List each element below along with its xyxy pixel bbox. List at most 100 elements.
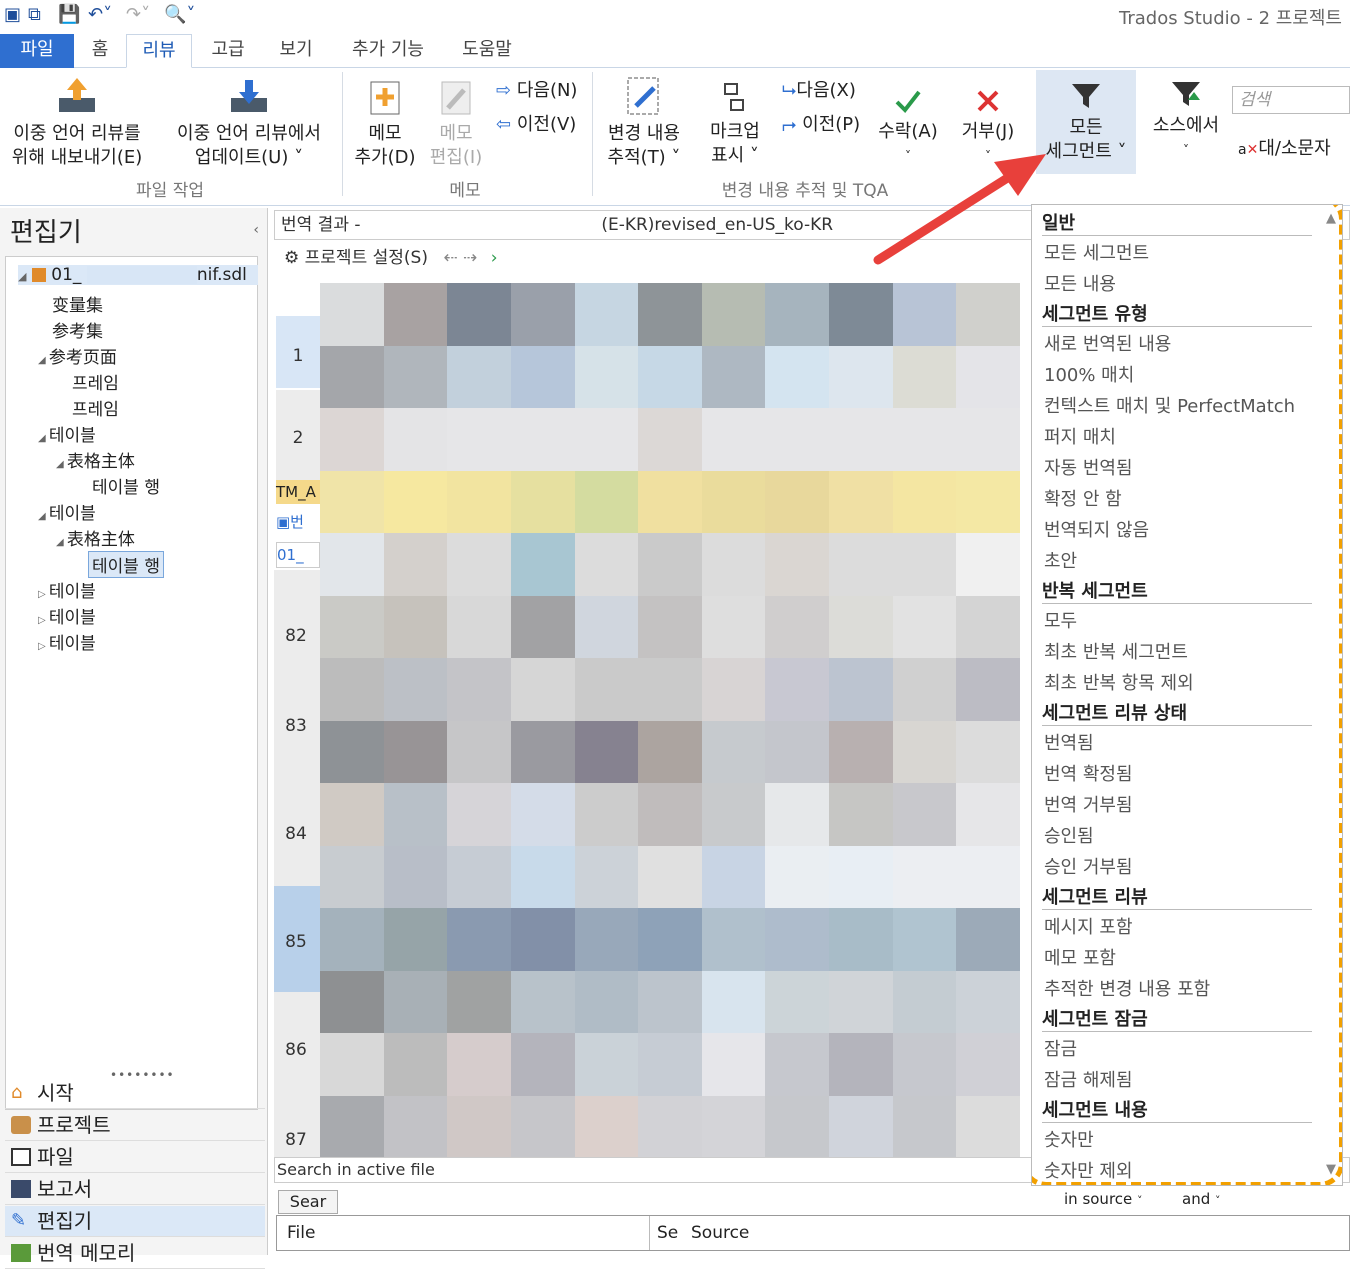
nav-projects[interactable]: 프로젝트 [5, 1110, 265, 1141]
tree-node[interactable]: 参考集 [52, 317, 103, 342]
reject-button[interactable]: 거부(J) ˅ [954, 86, 1022, 168]
file-tab[interactable]: 01_ [276, 542, 320, 568]
change-next-button[interactable]: ⮡다음(X) [782, 76, 856, 102]
dropdown-section-heading: 일반 [1042, 213, 1076, 234]
dropdown-menu-item[interactable]: 새로 번역된 내용 [1044, 330, 1171, 356]
dropdown-menu-item[interactable]: 모든 세그먼트 [1044, 239, 1149, 265]
dropdown-section-heading: 세그먼트 유형 [1042, 304, 1148, 325]
project-settings-button[interactable]: 프로젝트 설정(S) [305, 248, 428, 268]
tree-node[interactable]: 프레임 [72, 369, 119, 394]
update-bilingual-button[interactable]: 이중 언어 리뷰에서 업데이트(U) ˅ [166, 74, 332, 170]
tree-node[interactable]: ◢ 表格主体 [56, 447, 135, 472]
from-source-filter-button[interactable]: 소스에서 ˅ [1146, 78, 1226, 162]
dropdown-menu-item[interactable]: 번역 확정됨 [1044, 760, 1133, 786]
case-sensitive-toggle[interactable]: a✕대/소문자 [1238, 134, 1331, 160]
dropdown-menu-item[interactable]: 100% 매치 [1044, 361, 1134, 387]
dropdown-menu-item[interactable]: 컨텍스트 매치 및 PerfectMatch [1044, 392, 1295, 418]
dropdown-menu-item[interactable]: 최초 반복 항목 제외 [1044, 669, 1194, 695]
tree-node[interactable]: ◢ 参考页面 [38, 343, 117, 368]
dropdown-menu-item[interactable]: 번역됨 [1044, 729, 1094, 755]
add-memo-icon [370, 81, 400, 115]
collapsed-icon[interactable]: ▷ [38, 589, 49, 600]
dropdown-menu-item[interactable]: 숫자만 [1044, 1126, 1094, 1152]
dropdown-menu-item[interactable]: 최초 반복 세그먼트 [1044, 638, 1188, 664]
save-icon[interactable]: 💾 [58, 4, 80, 28]
sync-icon[interactable]: ⧉ [28, 4, 41, 28]
tree-node[interactable]: 变量集 [52, 291, 103, 316]
dropdown-menu-item[interactable]: 초안 [1044, 547, 1077, 573]
nav-translation-memory[interactable]: 번역 메모리 [5, 1238, 265, 1269]
tree-node[interactable]: ▷ 테이블 [38, 629, 96, 654]
accept-button[interactable]: 수락(A) ˅ [874, 86, 942, 168]
tree-node[interactable]: 프레임 [72, 395, 119, 420]
tab-file[interactable]: 파일 [0, 34, 74, 68]
dropdown-menu-item[interactable]: 메모 포함 [1044, 944, 1116, 970]
tree-node[interactable]: ◢ 테이블 [38, 421, 96, 446]
dropdown-menu-item[interactable]: 번역되지 않음 [1044, 516, 1149, 542]
add-memo-button[interactable]: 메모 추가(D) [350, 78, 420, 170]
scroll-up-icon[interactable]: ▲ [1326, 211, 1336, 226]
collapse-icon[interactable]: ‹ [253, 222, 259, 238]
all-segments-filter-button[interactable]: 모든 세그먼트 ˅ [1036, 70, 1136, 174]
tab-addins[interactable]: 추가 기능 [336, 34, 440, 68]
next-icon[interactable]: › [491, 248, 498, 268]
nav-reports[interactable]: 보고서 [5, 1174, 265, 1205]
memo-next-button[interactable]: ⇨ 다음(N) [496, 76, 577, 102]
tree-node[interactable]: ◢ 테이블 [38, 499, 96, 524]
search-tab[interactable]: Sear [278, 1190, 338, 1214]
expand-icon[interactable]: ◢ [56, 459, 67, 470]
dropdown-menu-item[interactable]: 모든 내용 [1044, 270, 1116, 296]
tab-home[interactable]: 홈 [78, 34, 122, 68]
dropdown-menu-item[interactable]: 승인 거부됨 [1044, 853, 1133, 879]
dropdown-menu-item[interactable]: 승인됨 [1044, 822, 1094, 848]
expand-icon[interactable]: ◢ [56, 537, 67, 548]
edit-memo-button[interactable]: 메모 편집(I) [424, 78, 488, 170]
memo-prev-button[interactable]: ⇦ 이전(V) [496, 110, 576, 136]
tab-advanced[interactable]: 고급 [198, 34, 258, 68]
tree-node[interactable]: 테이블 행 [92, 473, 160, 498]
undo-icon[interactable]: ↶˅ [88, 4, 112, 28]
dropdown-menu-item[interactable]: 자동 번역됨 [1044, 454, 1133, 480]
nav-arrows-icon[interactable]: ⇠ ⇢ [443, 248, 477, 268]
ribbon-search-input[interactable]: 검색 [1232, 86, 1350, 114]
dropdown-menu-item[interactable]: 잠금 해제됨 [1044, 1066, 1133, 1092]
change-prev-button[interactable]: ⮣ 이전(P) [782, 110, 860, 136]
tree-node[interactable]: ◢ 表格主体 [56, 525, 135, 550]
nav-files[interactable]: 파일 [5, 1142, 265, 1173]
dropdown-menu-item[interactable]: 모두 [1044, 607, 1077, 633]
nav-editor[interactable]: ✎ 편집기 [5, 1206, 265, 1237]
tm-tab-icon[interactable]: ▣번 [276, 508, 320, 536]
collapsed-icon[interactable]: ▷ [38, 641, 49, 652]
tree-node-selected[interactable]: 테이블 행 [88, 551, 164, 578]
nav-start[interactable]: ⌂ 시작 [5, 1078, 265, 1109]
expand-icon[interactable]: ◢ [38, 511, 49, 522]
dropdown-menu-item[interactable]: 퍼지 매치 [1044, 423, 1116, 449]
tab-help[interactable]: 도움말 [448, 34, 526, 68]
dropdown-menu-item[interactable]: 확정 안 함 [1044, 485, 1122, 511]
col-segment[interactable]: Se [657, 1216, 678, 1250]
in-source-select[interactable]: in source ˅ [1064, 1190, 1174, 1212]
collapsed-icon[interactable]: ▷ [38, 615, 49, 626]
scroll-down-icon[interactable]: ▼ [1326, 1162, 1336, 1177]
tab-view[interactable]: 보기 [266, 34, 326, 68]
preview-icon[interactable]: 🔍˅ [164, 4, 195, 28]
redo-icon[interactable]: ↷˅ [126, 4, 150, 28]
show-markup-button[interactable]: 마크업 표시 ˅ [700, 80, 770, 168]
expand-icon[interactable]: ◢ [38, 355, 49, 366]
dropdown-menu-item[interactable]: 숫자만 제외 [1044, 1157, 1133, 1183]
tab-review[interactable]: 리뷰 [126, 34, 192, 68]
dropdown-menu-item[interactable]: 번역 거부됨 [1044, 791, 1133, 817]
dropdown-menu-item[interactable]: 잠금 [1044, 1035, 1077, 1061]
col-file[interactable]: File [287, 1216, 315, 1250]
export-bilingual-button[interactable]: 이중 언어 리뷰를 위해 내보내기(E) [2, 74, 152, 170]
col-source[interactable]: Source [691, 1216, 749, 1250]
and-select[interactable]: and ˅ [1182, 1190, 1244, 1212]
dropdown-menu-item[interactable]: 추적한 변경 내용 포함 [1044, 975, 1210, 1001]
dropdown-menu-item[interactable]: 메시지 포함 [1044, 913, 1133, 939]
expand-icon[interactable]: ◢ [38, 433, 49, 444]
track-changes-button[interactable]: 변경 내용 추적(T) ˅ [600, 74, 688, 170]
tree-node[interactable]: ▷ 테이블 [38, 603, 96, 628]
tree-node[interactable]: ▷ 테이블 [38, 577, 96, 602]
update-icon [231, 80, 267, 112]
tree-node-file[interactable]: ◢ 01_ nif.sdl [18, 265, 258, 285]
